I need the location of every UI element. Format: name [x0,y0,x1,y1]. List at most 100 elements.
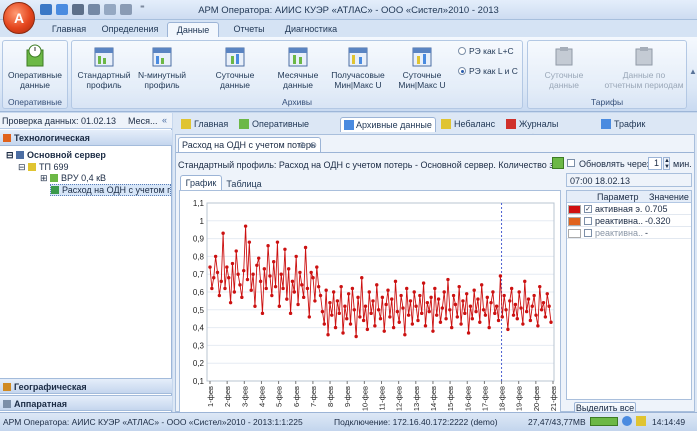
data-point [511,313,516,317]
ribbon-collapse-icon[interactable]: ▲ [689,67,697,76]
param-row[interactable]: реактивна... -0.320 [567,216,691,227]
data-point [521,322,525,326]
data-point [356,295,360,300]
data-point [358,315,362,319]
subtab-graph[interactable]: График [180,175,222,191]
daily-minmax-u-button[interactable]: Суточные Мин|Макс U [394,44,450,90]
tab-operational-data[interactable]: Оперативные данные [239,117,339,143]
radio-re-l-and-c[interactable]: РЭ как L и C [458,66,518,76]
tree-node-vru[interactable]: ⊞ ВРУ 0,4 кВ [40,173,106,184]
param-checkbox[interactable]: ✓ [584,205,592,213]
tab-main[interactable]: Главная [47,22,91,37]
voltage-daily-icon [410,44,434,68]
data-point [234,249,238,253]
param-row[interactable]: реактивна... - [567,228,691,239]
data-point [506,327,510,332]
subtab-table[interactable]: Таблица [224,177,264,191]
tab-imbalance[interactable]: Небаланс [441,117,499,132]
tree-node-tp699[interactable]: ⊟ ТП 699 [18,162,69,173]
x-tick-label: 15-фев [446,386,455,411]
data-point [534,313,538,317]
doc-tab-label: Расход на ОДН с учетом потерь [182,140,316,150]
x-tick-label: 8-фев [326,386,335,407]
app-menu-button[interactable]: А [3,2,35,34]
data-point [487,325,491,330]
param-checkbox[interactable] [584,229,592,237]
tree-node-odn[interactable]: Расход на ОДН с учетом поте [50,184,171,196]
ribbon-group-operational: Оперативные данные Оперативные [2,40,68,109]
globe-icon [3,383,11,391]
collapse-panel-icon[interactable]: « [162,115,167,125]
tariff-daily-button[interactable]: Суточные данные [536,44,592,90]
data-point [373,324,377,328]
refresh-interval-input[interactable]: 1 [648,157,662,170]
chart[interactable]: 0,1 0,2 0,3 0,4 0,5 0,6 0,7 0,8 0,9 1 1,1 1-фев 2-фе… [180,191,560,421]
radio-re-lc-sum[interactable]: РЭ как L+C [458,46,514,56]
n-minute-profile-button[interactable]: N-минутный профиль [134,44,190,90]
n-minute-profile-l2: профиль [144,80,180,90]
operational-data-button[interactable]: Оперативные данные [7,44,63,90]
tab-definitions[interactable]: Определения [100,22,160,37]
tab-home[interactable]: Главная [181,117,229,132]
y-tick-label: 0,5 [193,306,205,315]
data-point [438,320,443,324]
y-tick-label: 1 [200,217,205,226]
section-hardware[interactable]: Аппаратная [0,395,172,411]
tab-archive-data[interactable]: Архивные данные [340,117,436,132]
tab-diagnostics[interactable]: Диагностика [280,22,342,37]
y-tick-label: 0,2 [193,359,205,368]
refresh-checkbox[interactable] [567,159,575,167]
tab-traffic[interactable]: Трафик [601,117,651,132]
export-icon[interactable] [552,157,564,169]
param-checkbox[interactable] [584,217,592,225]
profile-info: Стандартный профиль: Расход на ОДН с уче… [178,160,552,170]
x-tick-label: 7-фев [309,386,318,407]
group-label-operational: Оперативные [8,97,62,107]
tab-reports[interactable]: Отчеты [228,22,270,37]
data-point [247,240,252,244]
tab-data[interactable]: Данные [167,22,219,37]
param-row[interactable]: ✓ активная э... 0.705 [567,204,691,215]
data-check-month[interactable]: Меся... [128,116,157,126]
doc-tab[interactable]: Расход на ОДН с учетом потерь ⊕ ⊗ [178,137,321,152]
data-point [243,224,248,228]
data-point [352,308,356,312]
section-geo-label: Географическая [14,382,87,392]
data-point [320,309,325,314]
pin-icon[interactable]: ⊕ [298,140,306,151]
close-tab-icon[interactable]: ⊗ [309,140,317,151]
ribbon-group-tariffs: Суточные данные Данные по отчетным перио… [527,40,687,109]
tab-event-logs[interactable]: Журналы событий [506,117,594,143]
data-point [489,300,493,305]
params-header: Параметр Значение [567,191,691,203]
data-point [363,304,368,308]
data-point [309,270,313,275]
param-color-swatch [568,229,581,238]
data-point [472,288,476,292]
data-point [421,281,426,285]
param-value: - [645,228,648,238]
halfhour-minmax-u-button[interactable]: Получасовые Мин|Макс U [330,44,386,90]
operational-icon [239,119,249,129]
data-point [369,311,373,316]
x-tick-label: 10-фев [360,386,369,411]
data-point [451,293,456,298]
x-tick-label: 14-фев [429,386,438,411]
section-geographic[interactable]: Географическая [0,378,172,394]
data-point [391,325,396,330]
ribbon-group-archive: Стандартный профиль N-минутный профиль С… [71,40,523,109]
tree-node-main-server[interactable]: ⊟ Основной сервер [6,150,106,161]
monthly-data-button[interactable]: Месячные данные [270,44,326,90]
data-point [240,295,244,300]
data-point [549,320,553,324]
data-point [343,304,347,308]
tariff-periods-button[interactable]: Данные по отчетным периодам [602,44,686,90]
tree-label-tp: ТП 699 [39,162,69,172]
standard-profile-button[interactable]: Стандартный профиль [76,44,132,90]
daily-data-button[interactable]: Суточные данные [207,44,263,90]
section-technological[interactable]: Технологическая [0,130,172,146]
data-point [457,284,461,289]
refresh-spinner[interactable]: ▲ ▼ [663,157,670,170]
x-tick-label: 12-фев [395,386,404,411]
clock-icon [23,44,47,68]
